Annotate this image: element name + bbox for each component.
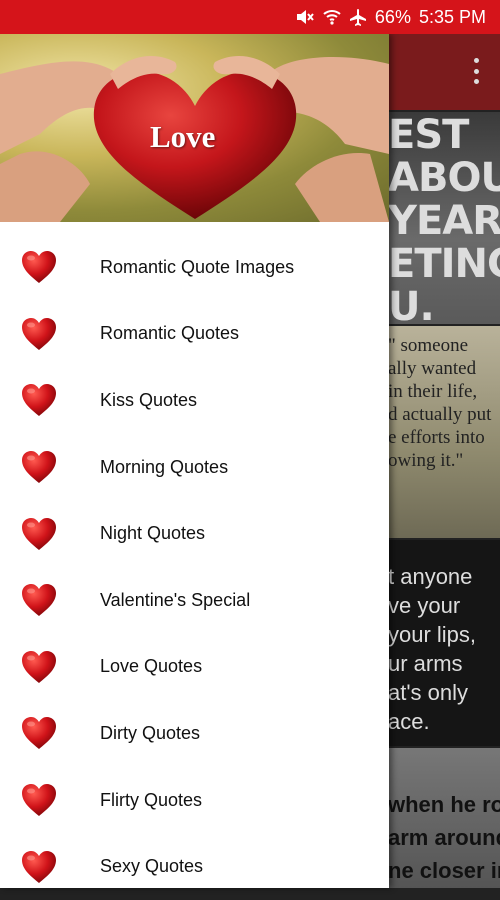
overflow-menu-icon[interactable] bbox=[472, 58, 480, 84]
quote-card[interactable]: " someone ally wanted in their life, d a… bbox=[388, 326, 500, 538]
header-title: Love bbox=[150, 119, 216, 154]
mute-icon bbox=[295, 8, 315, 26]
wifi-icon bbox=[323, 8, 341, 26]
menu-item-label: Kiss Quotes bbox=[100, 389, 198, 410]
heart-icon bbox=[20, 449, 58, 485]
menu-item-dirty-quotes[interactable]: Dirty Quotes bbox=[0, 700, 389, 767]
menu-item-label: Valentine's Special bbox=[100, 589, 251, 610]
quote-card-text: EST ABOUT YEAR ETING U. bbox=[388, 112, 500, 325]
menu-item-valentines-special[interactable]: Valentine's Special bbox=[0, 567, 389, 634]
menu-item-label: Night Quotes bbox=[100, 523, 206, 544]
menu-item-label: Romantic Quote Images bbox=[100, 256, 295, 277]
menu-item-label: Flirty Quotes bbox=[100, 789, 203, 810]
heart-icon bbox=[20, 382, 58, 418]
quote-card[interactable]: t anyone ve your your lips, ur arms at's… bbox=[388, 540, 500, 746]
drawer-menu: Romantic Quote Images Romantic Quotes Ki… bbox=[0, 234, 389, 900]
quote-card-text: " someone ally wanted in their life, d a… bbox=[388, 335, 492, 471]
menu-item-morning-quotes[interactable]: Morning Quotes bbox=[0, 434, 389, 501]
heart-icon bbox=[20, 849, 58, 885]
heart-icon bbox=[20, 782, 58, 818]
menu-item-label: Dirty Quotes bbox=[100, 722, 201, 743]
drawer-header: Love bbox=[0, 34, 389, 222]
menu-item-kiss-quotes[interactable]: Kiss Quotes bbox=[0, 367, 389, 434]
menu-item-label: Sexy Quotes bbox=[100, 856, 204, 877]
navigation-drawer: Love Romantic Quote Images Romantic Quot… bbox=[0, 34, 389, 888]
menu-item-label: Morning Quotes bbox=[100, 456, 229, 477]
clock: 5:35 PM bbox=[418, 6, 486, 27]
status-bar: 66% 5:35 PM bbox=[0, 0, 500, 34]
menu-item-flirty-quotes[interactable]: Flirty Quotes bbox=[0, 767, 389, 834]
quote-card-text: t anyone ve your your lips, ur arms at's… bbox=[388, 564, 477, 734]
menu-item-sexy-quotes[interactable]: Sexy Quotes bbox=[0, 833, 389, 900]
heart-icon bbox=[20, 649, 58, 685]
menu-item-label: Love Quotes bbox=[100, 656, 203, 677]
airplane-icon bbox=[349, 8, 367, 26]
heart-icon bbox=[20, 249, 58, 285]
menu-item-love-quotes[interactable]: Love Quotes bbox=[0, 634, 389, 701]
quote-card-text: when he rolls arm around ne closer in bbox=[388, 792, 500, 883]
menu-item-romantic-quotes[interactable]: Romantic Quotes bbox=[0, 301, 389, 368]
menu-item-label: Romantic Quotes bbox=[100, 323, 240, 344]
heart-icon bbox=[20, 516, 58, 552]
quote-card[interactable]: when he rolls arm around ne closer in bbox=[388, 748, 500, 888]
heart-icon bbox=[20, 715, 58, 751]
menu-item-romantic-quote-images[interactable]: Romantic Quote Images bbox=[0, 234, 389, 301]
quote-card[interactable]: EST ABOUT YEAR ETING U. bbox=[388, 112, 500, 324]
heart-icon bbox=[20, 582, 58, 618]
battery-level: 66% bbox=[374, 6, 411, 27]
heart-icon bbox=[20, 316, 58, 352]
menu-item-night-quotes[interactable]: Night Quotes bbox=[0, 500, 389, 567]
